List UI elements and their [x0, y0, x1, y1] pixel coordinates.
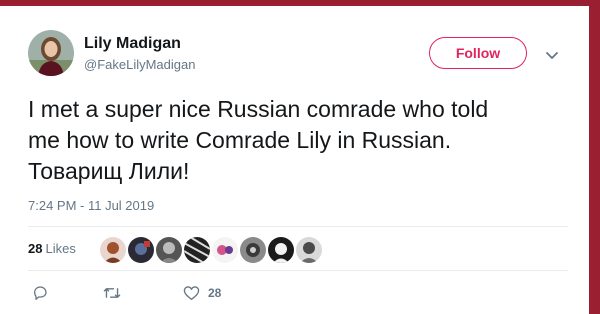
author-handle[interactable]: @FakeLilyMadigan: [84, 57, 195, 72]
retweet-icon[interactable]: [103, 285, 121, 301]
liker-avatars: [98, 235, 324, 265]
liker-avatar[interactable]: [154, 235, 184, 265]
liker-avatar[interactable]: [266, 235, 296, 265]
likes-summary[interactable]: 28 Likes: [28, 241, 76, 256]
divider: [28, 270, 568, 271]
tweet-timestamp[interactable]: 7:24 PM - 11 Jul 2019: [28, 198, 154, 213]
heart-icon[interactable]: [183, 285, 200, 301]
divider: [28, 226, 568, 227]
liker-avatar[interactable]: [294, 235, 324, 265]
likes-label: Likes: [45, 241, 76, 256]
author-avatar[interactable]: [28, 30, 74, 76]
reply-icon[interactable]: [32, 285, 48, 301]
tweet-text: I met a super nice Russian comrade who t…: [28, 94, 568, 187]
follow-button[interactable]: Follow: [429, 37, 527, 69]
tweet-text-line: me how to write Comrade Lily in Russian.: [28, 127, 452, 153]
liker-avatar[interactable]: [126, 235, 156, 265]
liker-avatar[interactable]: [238, 235, 268, 265]
liker-avatar[interactable]: [182, 235, 212, 265]
like-action[interactable]: 28: [183, 285, 221, 301]
chevron-down-icon[interactable]: [545, 48, 559, 59]
window-side-border: [589, 0, 600, 314]
likes-count: 28: [28, 241, 43, 256]
retweet-action[interactable]: [103, 285, 121, 301]
like-count: 28: [208, 286, 222, 300]
liker-avatar[interactable]: [98, 235, 128, 265]
liker-avatar[interactable]: [210, 235, 240, 265]
author-name[interactable]: Lily Madigan: [84, 35, 181, 53]
reply-action[interactable]: [32, 285, 48, 301]
tweet-text-line: Товарищ Лили!: [28, 158, 190, 184]
tweet-text-line: I met a super nice Russian comrade who t…: [28, 96, 489, 122]
